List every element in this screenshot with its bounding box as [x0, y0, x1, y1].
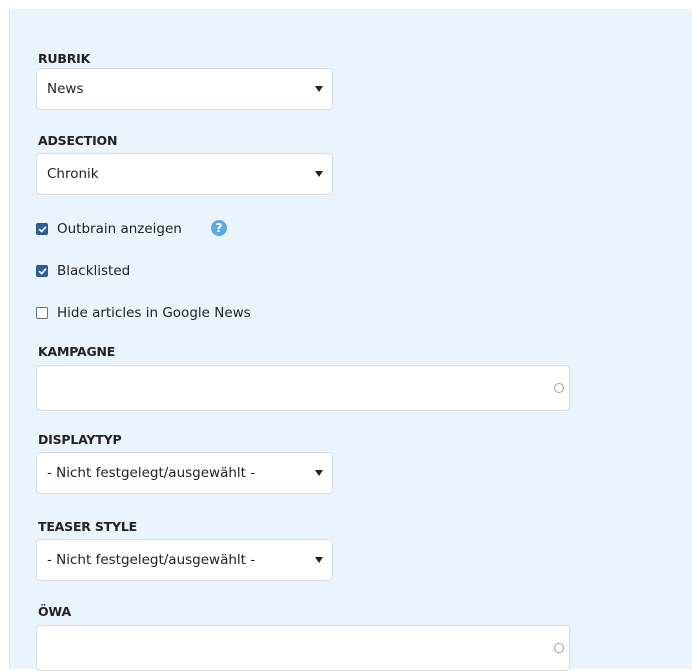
- oewa-input[interactable]: [36, 625, 570, 671]
- blacklisted-checkbox-row[interactable]: Blacklisted: [36, 262, 156, 280]
- displaytyp-label: DISPLAYTYP: [38, 432, 122, 447]
- hide-google-news-checkbox-row[interactable]: Hide articles in Google News: [36, 304, 296, 322]
- help-icon[interactable]: ?: [211, 220, 227, 236]
- displaytyp-select-value: - Nicht festgelegt/ausgewählt -: [47, 465, 256, 481]
- displaytyp-select[interactable]: - Nicht festgelegt/ausgewählt -: [36, 452, 333, 494]
- blacklisted-checkbox-label: Blacklisted: [57, 263, 131, 279]
- teaser-style-label: TEASER STYLE: [38, 519, 137, 534]
- top-strip: [0, 0, 692, 9]
- rubrik-select[interactable]: News: [36, 68, 333, 110]
- autocomplete-ring-icon: [554, 383, 564, 393]
- blacklisted-checkbox[interactable]: [36, 265, 48, 277]
- chevron-down-icon: [315, 557, 323, 563]
- kampagne-input[interactable]: [36, 365, 570, 411]
- rubrik-select-value: News: [47, 81, 84, 97]
- chevron-down-icon: [315, 171, 323, 177]
- chevron-down-icon: [315, 86, 323, 92]
- outbrain-checkbox-label: Outbrain anzeigen: [57, 221, 182, 237]
- hide-google-news-checkbox[interactable]: [36, 307, 48, 319]
- rubrik-label: RUBRIK: [38, 51, 91, 66]
- checkmark-icon: [38, 226, 47, 233]
- adsection-select-value: Chronik: [47, 166, 99, 182]
- adsection-label: ADSECTION: [38, 133, 118, 148]
- oewa-label: ÖWA: [38, 604, 71, 619]
- outbrain-checkbox[interactable]: [36, 223, 48, 235]
- hide-google-news-checkbox-label: Hide articles in Google News: [57, 305, 251, 321]
- checkmark-icon: [38, 268, 47, 275]
- outbrain-checkbox-row[interactable]: Outbrain anzeigen ?: [36, 220, 236, 238]
- kampagne-label: KAMPAGNE: [38, 344, 116, 359]
- chevron-down-icon: [315, 470, 323, 476]
- autocomplete-ring-icon: [554, 643, 564, 653]
- teaser-style-select-value: - Nicht festgelegt/ausgewählt -: [47, 552, 256, 568]
- adsection-select[interactable]: Chronik: [36, 153, 333, 195]
- teaser-style-select[interactable]: - Nicht festgelegt/ausgewählt -: [36, 539, 333, 581]
